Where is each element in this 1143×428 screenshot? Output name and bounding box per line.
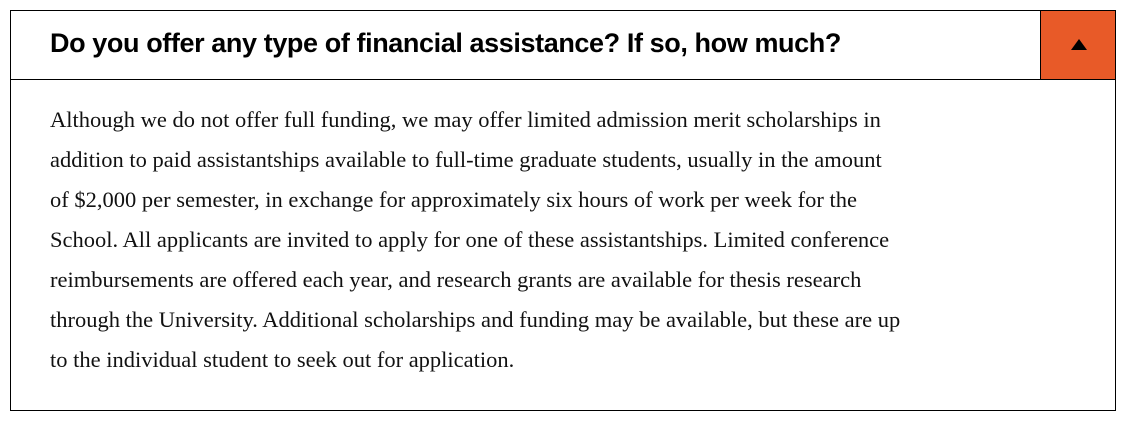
answer-line: reimbursements are offered each year, an… bbox=[50, 267, 862, 292]
answer-line: School. All applicants are invited to ap… bbox=[50, 227, 890, 252]
answer-text: Although we do not offer full funding, w… bbox=[50, 100, 900, 380]
collapse-toggle-button[interactable] bbox=[1040, 11, 1115, 79]
answer-line: of $2,000 per semester, in exchange for … bbox=[50, 187, 857, 212]
answer-line: addition to paid assistantships availabl… bbox=[50, 147, 882, 172]
faq-accordion-item: Do you offer any type of financial assis… bbox=[10, 10, 1116, 411]
answer-line: Although we do not offer full funding, w… bbox=[50, 107, 881, 132]
caret-up-icon bbox=[1071, 39, 1087, 50]
answer-line: to the individual student to seek out fo… bbox=[50, 347, 515, 372]
question-heading: Do you offer any type of financial assis… bbox=[50, 28, 841, 58]
answer-line: through the University. Additional schol… bbox=[50, 307, 901, 332]
accordion-header[interactable]: Do you offer any type of financial assis… bbox=[11, 11, 1115, 80]
